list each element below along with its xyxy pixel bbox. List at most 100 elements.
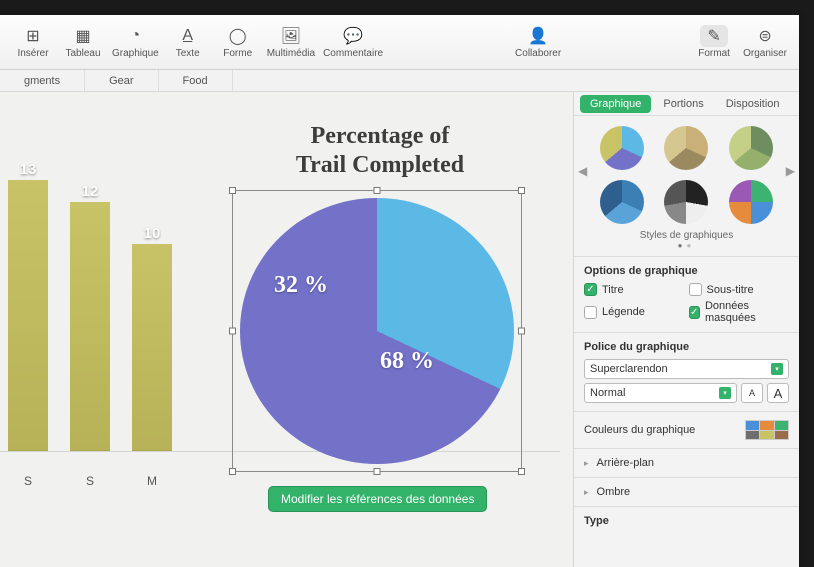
shape-button[interactable]: ◯ Forme bbox=[215, 21, 261, 63]
inspector-tabs: Graphique Portions Disposition bbox=[574, 92, 799, 116]
resize-handle-tm[interactable] bbox=[374, 187, 381, 194]
resize-handle-bm[interactable] bbox=[374, 468, 381, 475]
checkbox-subtitle-label: Sous-titre bbox=[707, 284, 754, 296]
plus-icon: ⊞ bbox=[19, 25, 47, 47]
text-button[interactable]: A̲ Texte bbox=[165, 21, 211, 63]
chart-colors-section: Couleurs du graphique bbox=[574, 411, 799, 448]
styles-pager[interactable]: ●● bbox=[582, 241, 791, 250]
chart-style-6[interactable] bbox=[729, 180, 773, 224]
font-family-value: Superclarendon bbox=[590, 363, 668, 375]
bar-2-value: 10 bbox=[144, 225, 161, 242]
inspector-tab-wedges[interactable]: Portions bbox=[653, 95, 713, 113]
resize-handle-bl[interactable] bbox=[229, 468, 236, 475]
collaborate-button[interactable]: 👤 Collaborer bbox=[513, 21, 563, 63]
dropdown-icon: ▾ bbox=[719, 387, 731, 399]
insert-button[interactable]: ⊞ Insérer bbox=[10, 21, 56, 63]
resize-handle-tr[interactable] bbox=[518, 187, 525, 194]
app-window: ⊞ Insérer ▦ Tableau ◔ Graphique A̲ Texte… bbox=[0, 15, 799, 567]
type-section[interactable]: Type bbox=[574, 506, 799, 541]
resize-handle-ml[interactable] bbox=[229, 328, 236, 335]
table-icon: ▦ bbox=[69, 25, 97, 47]
chart-style-4[interactable] bbox=[600, 180, 644, 224]
shadow-section[interactable]: ▸ Ombre bbox=[574, 477, 799, 506]
format-button[interactable]: ✎ Format bbox=[691, 21, 737, 63]
font-family-select[interactable]: Superclarendon ▾ bbox=[584, 359, 789, 379]
shadow-label: Ombre bbox=[597, 486, 631, 498]
font-style-select[interactable]: Normal ▾ bbox=[584, 383, 737, 403]
chart-label: Graphique bbox=[112, 48, 159, 59]
font-bigger-button[interactable]: A bbox=[767, 383, 789, 403]
background-label: Arrière-plan bbox=[597, 457, 654, 469]
comment-button[interactable]: 💬 Commentaire bbox=[321, 21, 385, 63]
format-inspector: Graphique Portions Disposition ◀ ▶ Style… bbox=[573, 92, 799, 567]
tab-food[interactable]: Food bbox=[159, 70, 233, 91]
pie-title-line1: Percentage of bbox=[311, 123, 450, 149]
bar-cat-1: S bbox=[70, 474, 110, 488]
styles-next-button[interactable]: ▶ bbox=[786, 164, 795, 178]
chart-style-3[interactable] bbox=[729, 126, 773, 170]
resize-handle-mr[interactable] bbox=[518, 328, 525, 335]
checkbox-hidden-label: Données masquées bbox=[705, 300, 789, 324]
main-split: 13 12 10 S S M Percentage of bbox=[0, 92, 799, 567]
tab-gments[interactable]: gments bbox=[0, 70, 85, 91]
font-smaller-button[interactable]: A bbox=[741, 383, 763, 403]
chart-options-header: Options de graphique bbox=[584, 265, 789, 277]
color-swatches-button[interactable] bbox=[745, 420, 789, 440]
shape-label: Forme bbox=[223, 48, 252, 59]
chart-icon: ◔ bbox=[121, 25, 149, 47]
chevron-right-icon: ▸ bbox=[584, 487, 589, 498]
insert-label: Insérer bbox=[17, 48, 48, 59]
chart-style-2[interactable] bbox=[664, 126, 708, 170]
format-icon: ✎ bbox=[700, 25, 728, 47]
table-label: Tableau bbox=[65, 48, 100, 59]
bar-chart[interactable]: 13 12 10 S S M bbox=[0, 152, 180, 492]
text-label: Texte bbox=[176, 48, 200, 59]
bar-cat-0: S bbox=[8, 474, 48, 488]
bar-labels: S S M bbox=[0, 474, 180, 488]
checkbox-hidden-data[interactable]: ✓Données masquées bbox=[689, 300, 790, 324]
text-icon: A̲ bbox=[174, 25, 202, 47]
bar-1-value: 12 bbox=[82, 183, 99, 200]
chart-style-5[interactable] bbox=[664, 180, 708, 224]
media-icon: 🖼 bbox=[277, 25, 305, 47]
collaborate-label: Collaborer bbox=[515, 48, 561, 59]
checkbox-title-label: Titre bbox=[602, 284, 624, 296]
toolbar: ⊞ Insérer ▦ Tableau ◔ Graphique A̲ Texte… bbox=[0, 15, 799, 70]
table-button[interactable]: ▦ Tableau bbox=[60, 21, 106, 63]
checkbox-title[interactable]: ✓Titre bbox=[584, 283, 685, 296]
checkbox-legend[interactable]: Légende bbox=[584, 300, 685, 324]
chart-font-section: Police du graphique Superclarendon ▾ Nor… bbox=[574, 332, 799, 411]
chart-button[interactable]: ◔ Graphique bbox=[110, 21, 161, 63]
checkbox-subtitle[interactable]: Sous-titre bbox=[689, 283, 790, 296]
format-label: Format bbox=[698, 48, 730, 59]
background-section[interactable]: ▸ Arrière-plan bbox=[574, 448, 799, 477]
chevron-right-icon: ▸ bbox=[584, 458, 589, 469]
chart-styles-section: ◀ ▶ Styles de graphiques ●● bbox=[574, 116, 799, 256]
styles-prev-button[interactable]: ◀ bbox=[578, 164, 587, 178]
canvas[interactable]: 13 12 10 S S M Percentage of bbox=[0, 92, 573, 567]
bar-1[interactable]: 12 bbox=[70, 202, 110, 452]
sheet-tabs: gments Gear Food bbox=[0, 70, 799, 92]
comment-icon: 💬 bbox=[339, 25, 367, 47]
shape-icon: ◯ bbox=[224, 25, 252, 47]
organize-icon: ⊜ bbox=[751, 25, 779, 47]
inspector-tab-arrange[interactable]: Disposition bbox=[716, 95, 790, 113]
pie-chart-title[interactable]: Percentage of Trail Completed bbox=[230, 122, 530, 180]
font-style-value: Normal bbox=[590, 387, 625, 399]
resize-handle-br[interactable] bbox=[518, 468, 525, 475]
edit-data-references-button[interactable]: Modifier les références des données bbox=[268, 486, 487, 512]
chart-options-section: Options de graphique ✓Titre Sous-titre L… bbox=[574, 256, 799, 332]
media-button[interactable]: 🖼 Multimédia bbox=[265, 21, 317, 63]
chart-style-1[interactable] bbox=[600, 126, 644, 170]
bar-0[interactable]: 13 bbox=[8, 180, 48, 452]
pie-title-line2: Trail Completed bbox=[296, 152, 464, 178]
organize-button[interactable]: ⊜ Organiser bbox=[741, 21, 789, 63]
bar-2[interactable]: 10 bbox=[132, 244, 172, 452]
resize-handle-tl[interactable] bbox=[229, 187, 236, 194]
media-label: Multimédia bbox=[267, 48, 315, 59]
comment-label: Commentaire bbox=[323, 48, 383, 59]
collaborate-icon: 👤 bbox=[524, 25, 552, 47]
inspector-tab-chart[interactable]: Graphique bbox=[580, 95, 651, 113]
selection-frame[interactable] bbox=[232, 190, 522, 472]
tab-gear[interactable]: Gear bbox=[85, 70, 158, 91]
